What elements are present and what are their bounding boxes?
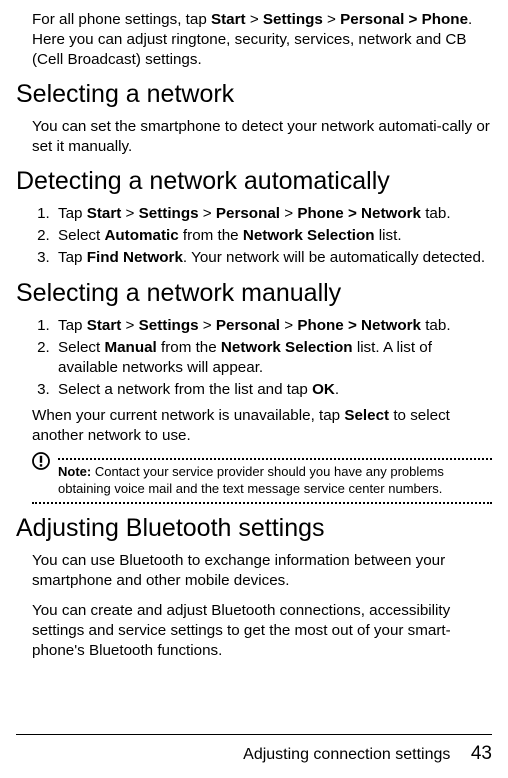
detect-auto-steps: Tap Start > Settings > Personal > Phone … <box>32 204 492 268</box>
path-personal-phone: Personal > Phone <box>340 11 468 28</box>
footer-title: Adjusting connection settings <box>243 746 450 763</box>
sec4-p2: You can create and adjust Bluetooth conn… <box>32 601 492 661</box>
page-footer: Adjusting connection settings 43 <box>16 734 492 766</box>
list-item: Select Manual from the Network Selection… <box>54 338 492 378</box>
sec1-paragraph: You can set the smartphone to detect you… <box>32 117 492 157</box>
list-item: Tap Start > Settings > Personal > Phone … <box>54 204 492 224</box>
note-block: Note: Contact your service provider shou… <box>32 458 492 504</box>
dotted-divider <box>58 458 492 460</box>
heading-select-manual: Selecting a network manually <box>16 277 492 310</box>
list-item: Tap Start > Settings > Personal > Phone … <box>54 316 492 336</box>
note-text: Note: Contact your service provider shou… <box>58 464 492 498</box>
heading-bluetooth: Adjusting Bluetooth settings <box>16 512 492 545</box>
sec3-tail-paragraph: When your current network is unavailable… <box>32 406 492 446</box>
heading-detect-auto: Detecting a network automatically <box>16 165 492 198</box>
warning-icon <box>32 452 50 470</box>
heading-selecting-network: Selecting a network <box>16 78 492 111</box>
list-item: Tap Find Network. Your network will be a… <box>54 248 492 268</box>
intro-paragraph: For all phone settings, tap Start > Sett… <box>32 10 492 70</box>
list-item: Select a network from the list and tap O… <box>54 380 492 400</box>
select-manual-steps: Tap Start > Settings > Personal > Phone … <box>32 316 492 400</box>
page-number: 43 <box>471 743 492 764</box>
path-settings: Settings <box>263 11 323 28</box>
sec4-p1: You can use Bluetooth to exchange inform… <box>32 551 492 591</box>
path-start: Start <box>211 11 246 28</box>
dotted-divider <box>32 502 492 504</box>
list-item: Select Automatic from the Network Select… <box>54 226 492 246</box>
